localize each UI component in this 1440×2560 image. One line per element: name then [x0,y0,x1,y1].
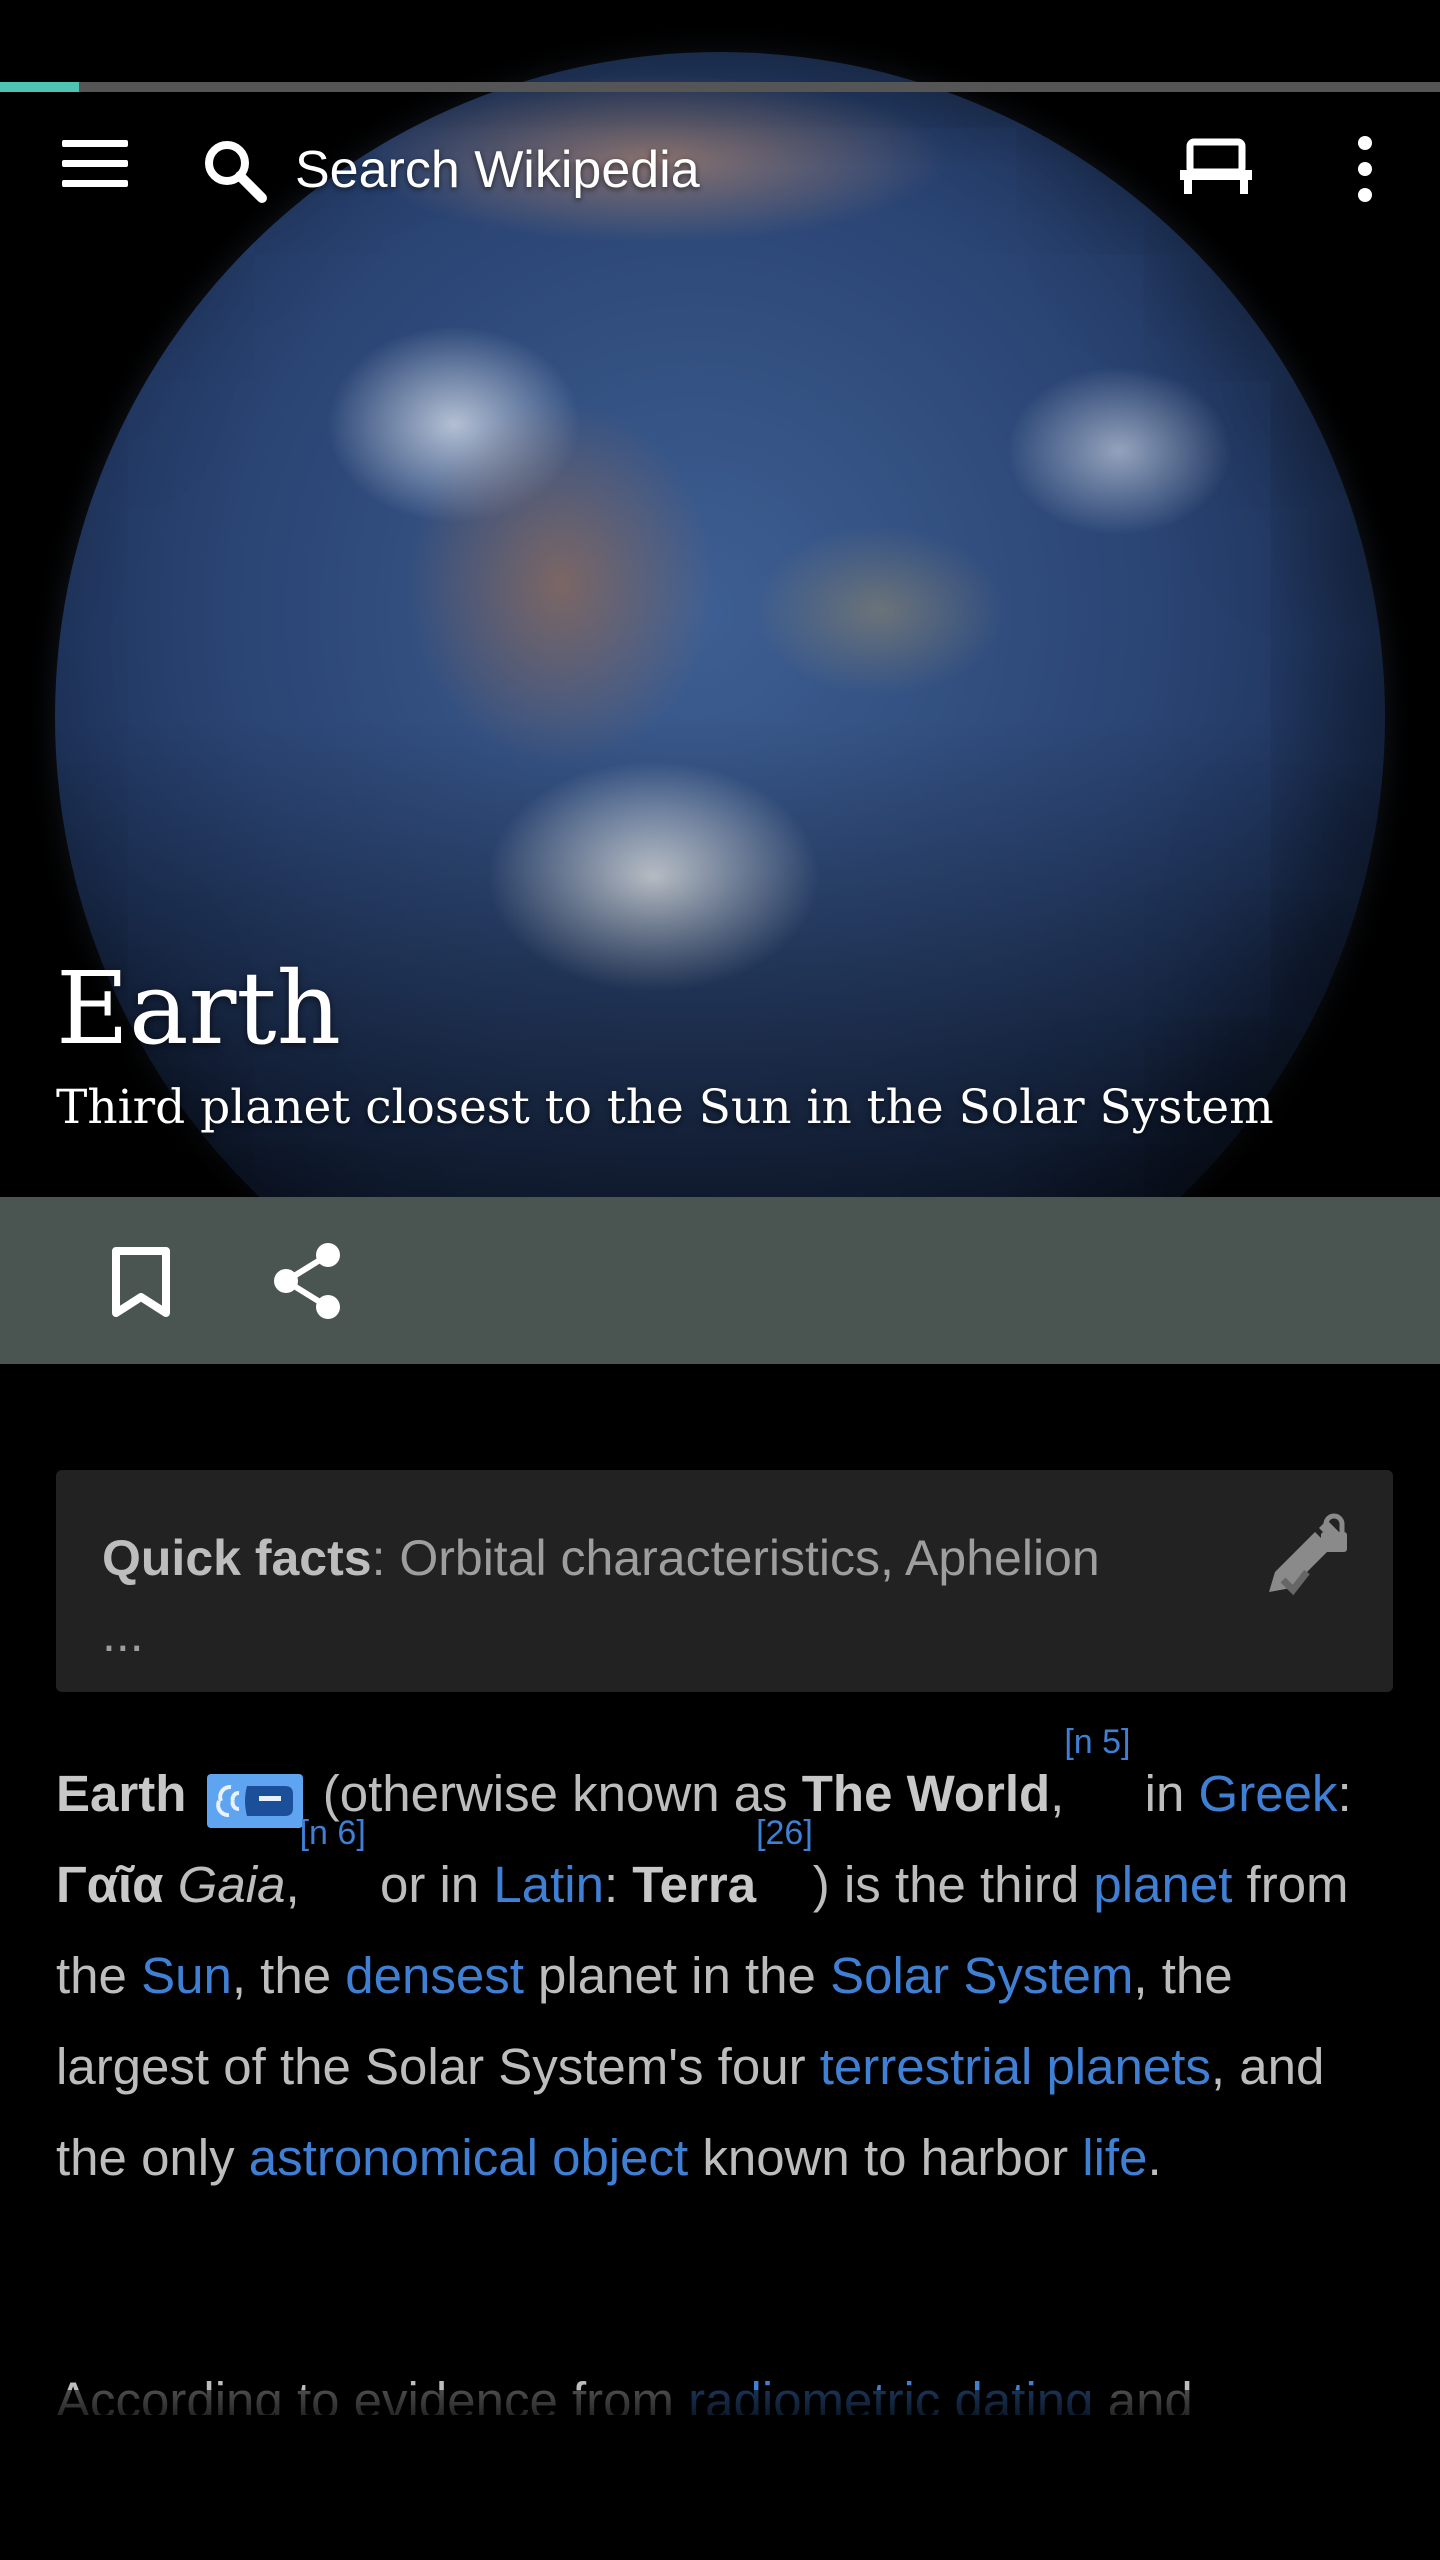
link-densest[interactable]: densest [345,1947,524,2004]
reference-link[interactable]: [26] [756,1814,813,1852]
search-icon[interactable] [200,136,270,206]
reference-link[interactable]: [n 6] [300,1814,366,1852]
page-description: Third planet closest to the Sun in the S… [56,1080,1274,1135]
quick-facts-summary: : Orbital characteristics, Aphelion [371,1530,1100,1586]
bottom-fade [0,2390,1440,2560]
link-life[interactable]: life [1082,2129,1147,2186]
more-options-icon[interactable] [1346,134,1382,204]
audio-icon[interactable] [206,1765,303,1828]
quick-facts-box[interactable]: Quick facts: Orbital characteristics, Ap… [56,1470,1393,1692]
link-greek[interactable]: Greek [1199,1765,1338,1822]
menu-icon[interactable] [62,138,132,190]
top-toolbar: Search Wikipedia [0,98,1440,238]
link-latin[interactable]: Latin [493,1856,604,1913]
page-load-progress [0,82,1440,92]
link-planet[interactable]: planet [1093,1856,1232,1913]
edit-lock-icon[interactable] [1257,1510,1353,1606]
quick-facts-text: Quick facts: Orbital characteristics, Ap… [102,1520,1233,1672]
quick-facts-ellipsis: ... [102,1606,144,1662]
link-astronomical-object[interactable]: astronomical object [249,2129,688,2186]
quick-facts-label: Quick facts [102,1530,372,1586]
link-solar-system[interactable]: Solar System [830,1947,1133,2004]
link-terrestrial-planets[interactable]: terrestrial planets [820,2038,1211,2095]
page-title: Earth [56,950,342,1067]
reading-list-icon[interactable] [1176,136,1256,200]
reference-link[interactable]: [n 5] [1064,1723,1130,1761]
link-sun[interactable]: Sun [141,1947,232,2004]
article-body: Earth (otherwise known as The World,[n 5… [56,1723,1396,2203]
bold-earth: Earth [56,1765,187,1822]
share-icon[interactable] [270,1241,346,1321]
progress-fill [0,82,80,92]
search-input[interactable]: Search Wikipedia [295,140,700,200]
page-actions-bar [0,1197,1440,1364]
lead-paragraph: Earth (otherwise known as The World,[n 5… [56,1723,1352,2186]
bookmark-icon[interactable] [108,1247,174,1317]
lead-image[interactable]: Search Wikipedia Earth Third planet clos… [0,0,1440,1197]
